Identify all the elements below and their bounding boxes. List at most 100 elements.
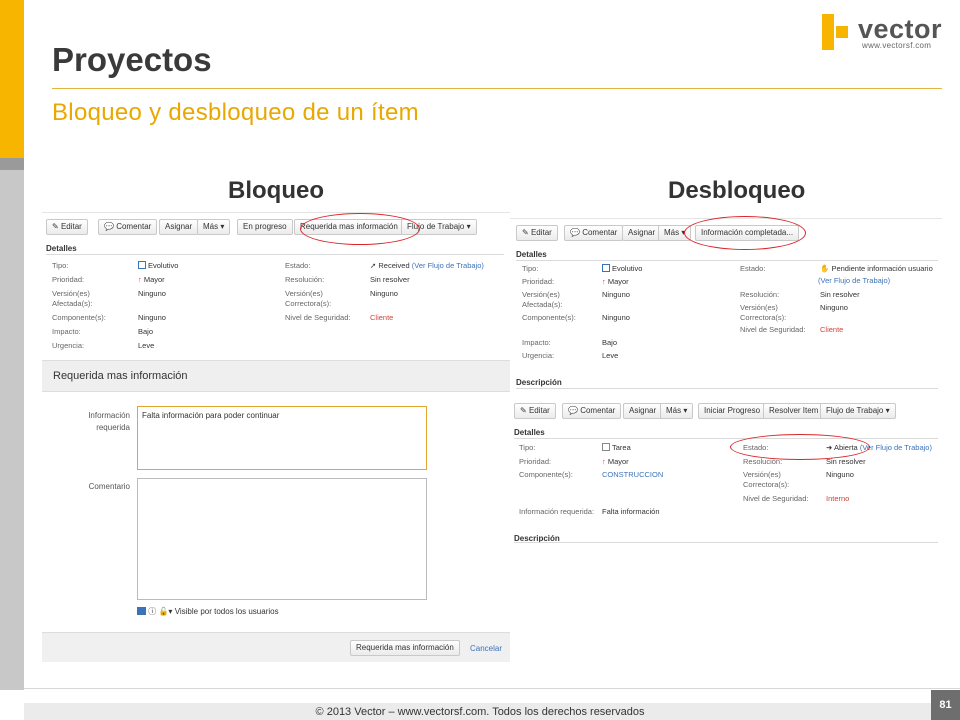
field-value[interactable]: CONSTRUCCION bbox=[602, 470, 663, 480]
editar-button[interactable]: ✎ Editar bbox=[516, 225, 558, 241]
comentar-button[interactable]: 💬 Comentar bbox=[98, 219, 158, 235]
comment-icon: 💬 bbox=[568, 406, 581, 415]
info-requerida-label: Información requerida bbox=[88, 411, 130, 432]
detalles2-title: Detalles bbox=[514, 428, 545, 437]
field-label: Componente(s): bbox=[519, 470, 573, 479]
ver-flujo-link[interactable]: (Ver Flujo de Trabajo) bbox=[412, 261, 484, 270]
lock-icon: 🔓▾ bbox=[158, 607, 173, 616]
pencil-icon: ✎ bbox=[520, 406, 529, 415]
field-label: Estado: bbox=[285, 261, 311, 270]
iniciar-progreso-button[interactable]: Iniciar Progreso bbox=[698, 403, 767, 419]
pencil-icon: ✎ bbox=[52, 222, 61, 231]
field-value: Interno bbox=[826, 494, 850, 503]
page-number: 81 bbox=[931, 690, 960, 720]
field-label: Prioridad: bbox=[519, 457, 552, 466]
field-value: Sin resolver bbox=[820, 290, 860, 299]
left-accent-bar bbox=[0, 0, 24, 158]
caret-down-icon: ▾ bbox=[464, 222, 471, 231]
footer-copyright: © 2013 Vector – www.vectorsf.com. Todos … bbox=[315, 706, 645, 718]
field-label: Información requerida: bbox=[519, 507, 595, 516]
field-value: Ninguno bbox=[138, 313, 166, 322]
field-value: Bajo bbox=[602, 338, 618, 347]
asignar-button[interactable]: Asignar bbox=[623, 403, 663, 419]
ver-flujo-link[interactable]: (Ver Flujo de Trabajo) bbox=[818, 276, 890, 286]
field-value: Evolutivo bbox=[602, 264, 642, 274]
desbloqueo-screenshot: ✎ Editar 💬 Comentar Asignar Más ▾ Inform… bbox=[510, 212, 942, 544]
highlight-oval bbox=[730, 434, 870, 460]
field-value: ↑ Mayor bbox=[138, 275, 165, 284]
cancelar-link[interactable]: Cancelar bbox=[470, 644, 502, 653]
field-label: Versión(es) Afectada(s): bbox=[522, 290, 563, 309]
field-value: Evolutivo bbox=[138, 261, 178, 271]
editar-button[interactable]: ✎ Editar bbox=[46, 219, 88, 235]
en-progreso-button[interactable]: En progreso bbox=[237, 219, 293, 235]
left-gray-bar bbox=[0, 170, 24, 690]
mas-dropdown[interactable]: Más ▾ bbox=[660, 403, 694, 419]
comentar-button[interactable]: 💬 Comentar bbox=[564, 225, 624, 241]
asignar-button[interactable]: Asignar bbox=[159, 219, 199, 235]
field-value: Falta información bbox=[602, 507, 660, 516]
vector-logo-icon bbox=[822, 14, 854, 52]
field-value: Cliente bbox=[820, 325, 844, 334]
field-label: Nivel de Seguridad: bbox=[743, 494, 809, 503]
field-value: ➚ Received (Ver Flujo de Trabajo) bbox=[370, 261, 484, 270]
field-value: Ninguno bbox=[370, 289, 398, 298]
comentario-textarea[interactable] bbox=[137, 478, 427, 600]
comment-icon: 💬 bbox=[570, 228, 583, 237]
field-label: Tipo: bbox=[519, 443, 536, 452]
logo-url: www.vectorsf.com bbox=[862, 41, 932, 50]
mas-dropdown[interactable]: Más ▾ bbox=[197, 219, 231, 235]
field-label: Tipo: bbox=[52, 261, 69, 270]
field-label: Versión(es) Correctora(s): bbox=[285, 289, 332, 308]
evolutivo-icon bbox=[138, 261, 146, 269]
field-value: Ninguno bbox=[602, 313, 630, 322]
field-value: Ninguno bbox=[826, 470, 854, 479]
comment-icon: 💬 bbox=[104, 222, 117, 231]
field-label: Urgencia: bbox=[522, 351, 555, 360]
detalles-title: Detalles bbox=[46, 244, 77, 253]
field-label: Componente(s): bbox=[52, 313, 106, 322]
field-label: Tipo: bbox=[522, 264, 539, 273]
field-value: Tarea bbox=[602, 443, 631, 453]
highlight-oval bbox=[300, 213, 420, 245]
caret-down-icon: ▾ bbox=[218, 222, 225, 231]
comentar-button[interactable]: 💬 Comentar bbox=[562, 403, 622, 419]
bloqueo-screenshot: ✎ Editar 💬 Comentar Asignar Más ▾ En pro… bbox=[42, 212, 510, 662]
comentario-label: Comentario bbox=[88, 482, 130, 491]
logo-wordmark: vector bbox=[858, 14, 943, 44]
resolver-item-button[interactable]: Resolver Item bbox=[763, 403, 825, 419]
help-icon: ⓘ bbox=[148, 607, 157, 616]
field-label: Impacto: bbox=[52, 327, 81, 336]
descripcion-title: Descripción bbox=[516, 378, 562, 387]
field-label: Versión(es) Correctora(s): bbox=[740, 303, 787, 322]
heading-desbloqueo: Desbloqueo bbox=[668, 177, 806, 204]
slide-subtitle: Bloqueo y desbloqueo de un ítem bbox=[52, 99, 419, 126]
caret-down-icon: ▾ bbox=[883, 406, 890, 415]
field-label: Impacto: bbox=[522, 338, 551, 347]
field-label: Versión(es) Correctora(s): bbox=[743, 470, 790, 489]
field-label: Prioridad: bbox=[522, 277, 555, 286]
caret-down-icon: ▾ bbox=[681, 406, 688, 415]
ver-flujo-link[interactable]: (Ver Flujo de Trabajo) bbox=[860, 443, 932, 452]
visibility-row[interactable]: ⓘ 🔓▾ Visible por todos los usuarios bbox=[137, 606, 279, 617]
field-label: Componente(s): bbox=[522, 313, 576, 322]
field-value: Leve bbox=[138, 341, 155, 350]
field-value: Leve bbox=[602, 351, 619, 360]
editar-button[interactable]: ✎ Editar bbox=[514, 403, 556, 419]
evolutivo-icon bbox=[602, 264, 610, 272]
slide-title: Proyectos bbox=[52, 41, 212, 78]
asignar-button[interactable]: Asignar bbox=[622, 225, 662, 241]
field-label: Nivel de Seguridad: bbox=[285, 313, 351, 322]
field-value: Ninguno bbox=[138, 289, 166, 298]
field-value: Ninguno bbox=[820, 303, 848, 312]
field-label: Resolución: bbox=[740, 290, 780, 299]
highlight-oval bbox=[684, 216, 806, 250]
flujo-trabajo-dropdown[interactable]: Flujo de Trabajo ▾ bbox=[820, 403, 896, 419]
info-requerida-textarea[interactable]: Falta información para poder continuar bbox=[137, 406, 427, 470]
field-value: Cliente bbox=[370, 313, 394, 322]
dialog-title: Requerida mas información bbox=[53, 370, 188, 382]
field-label: Prioridad: bbox=[52, 275, 85, 284]
field-label: Estado: bbox=[740, 264, 766, 273]
title-rule bbox=[52, 88, 942, 89]
submit-requerida-button[interactable]: Requerida mas información bbox=[350, 640, 460, 656]
